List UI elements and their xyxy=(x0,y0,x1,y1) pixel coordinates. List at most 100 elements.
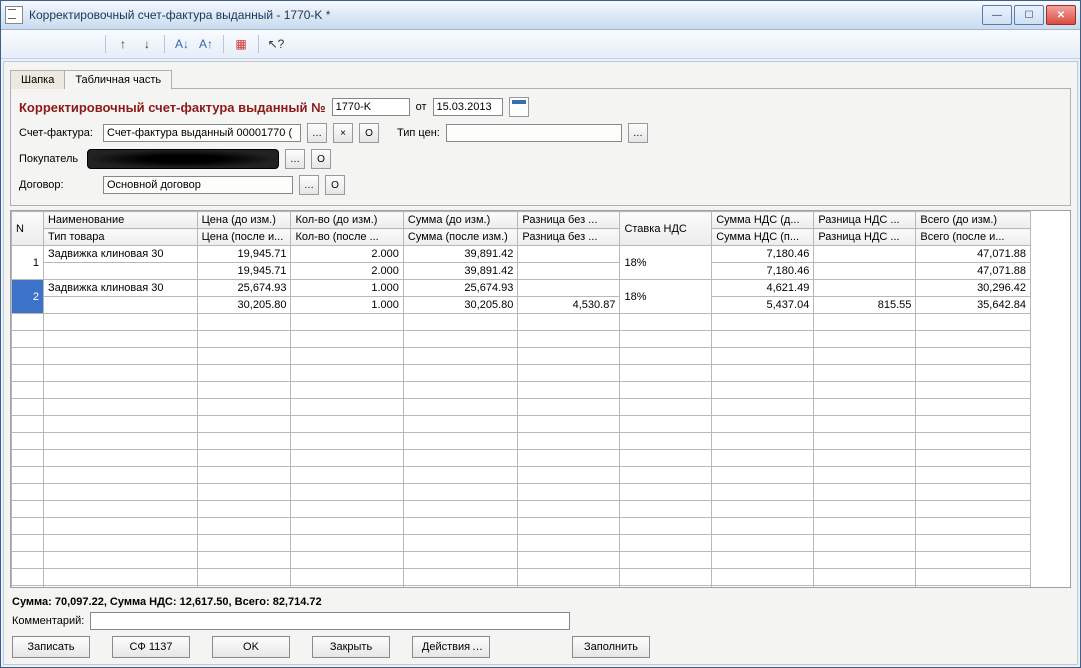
invoice-label: Счет-фактура: xyxy=(19,127,97,139)
invoice-select-button[interactable]: … xyxy=(307,123,327,143)
table-row[interactable]: 19,945.712.00039,891.427,180.4647,071.88 xyxy=(12,263,1031,280)
invoice-open-button[interactable]: О xyxy=(359,123,379,143)
data-grid[interactable]: N Наименование Цена (до изм.) Кол-во (до… xyxy=(10,210,1071,588)
calendar-icon[interactable] xyxy=(509,97,529,117)
pointer-help-icon[interactable]: ↖? xyxy=(267,35,285,53)
table-row[interactable] xyxy=(12,365,1031,382)
sf1137-button[interactable]: СФ 1137 xyxy=(112,636,190,658)
table-row[interactable] xyxy=(12,569,1031,586)
table-row[interactable] xyxy=(12,416,1031,433)
toolbar-grid2-icon[interactable] xyxy=(31,35,49,53)
table-row[interactable] xyxy=(12,348,1031,365)
table-row[interactable] xyxy=(12,314,1031,331)
col-total-after[interactable]: Всего (после и... xyxy=(916,229,1031,246)
col-vatdiff-after[interactable]: Разница НДС ... xyxy=(814,229,916,246)
toolbar-grid-red-icon[interactable] xyxy=(55,35,73,53)
maximize-button[interactable]: ☐ xyxy=(1014,5,1044,25)
actions-button[interactable]: Действия xyxy=(412,636,490,658)
table-row[interactable] xyxy=(12,501,1031,518)
table-row[interactable] xyxy=(12,484,1031,501)
col-sum-after[interactable]: Сумма (после изм.) xyxy=(403,229,517,246)
col-qty-before[interactable]: Кол-во (до изм.) xyxy=(291,212,403,229)
doc-title: Корректировочный счет-фактура выданный № xyxy=(19,100,326,115)
ok-button[interactable]: OK xyxy=(212,636,290,658)
comment-input[interactable] xyxy=(90,612,570,630)
table-row[interactable] xyxy=(12,467,1031,484)
buyer-redacted xyxy=(87,149,279,169)
col-price-before[interactable]: Цена (до изм.) xyxy=(197,212,291,229)
arrow-down-icon[interactable]: ↓ xyxy=(138,35,156,53)
sort-asc-icon[interactable]: A↓ xyxy=(173,35,191,53)
header-row-2: Тип товара Цена (после и... Кол-во (посл… xyxy=(12,229,1031,246)
write-button[interactable]: Записать xyxy=(12,636,90,658)
contract-input[interactable] xyxy=(103,176,293,194)
col-vatsum-before[interactable]: Сумма НДС (д... xyxy=(712,212,814,229)
buyer-label: Покупатель xyxy=(19,153,81,165)
table-row[interactable] xyxy=(12,535,1031,552)
minimize-button[interactable]: — xyxy=(982,5,1012,25)
invoice-clear-button[interactable]: × xyxy=(333,123,353,143)
col-vatdiff-before[interactable]: Разница НДС ... xyxy=(814,212,916,229)
properties-icon[interactable]: ▦ xyxy=(232,35,250,53)
buyer-open-button[interactable]: О xyxy=(311,149,331,169)
doc-date-input[interactable] xyxy=(433,98,503,116)
tabstrip: Шапка Табличная часть xyxy=(10,66,1071,88)
pricetype-select-button[interactable]: … xyxy=(628,123,648,143)
contract-select-button[interactable]: … xyxy=(299,175,319,195)
table-row[interactable] xyxy=(12,586,1031,589)
table-row[interactable]: 2Задвижка клиновая 3025,674.931.00025,67… xyxy=(12,280,1031,297)
table-row[interactable]: 1Задвижка клиновая 3019,945.712.00039,89… xyxy=(12,246,1031,263)
table-row[interactable] xyxy=(12,382,1031,399)
items-table: N Наименование Цена (до изм.) Кол-во (до… xyxy=(11,211,1031,588)
fill-button[interactable]: Заполнить xyxy=(572,636,650,658)
col-total-before[interactable]: Всего (до изм.) xyxy=(916,212,1031,229)
toolbar-grid-icon[interactable] xyxy=(7,35,25,53)
pricetype-input[interactable] xyxy=(446,124,622,142)
col-diff-before[interactable]: Разница без ... xyxy=(518,212,620,229)
tab-page: Корректировочный счет-фактура выданный №… xyxy=(10,88,1071,206)
totals-line: Сумма: 70,097.22, Сумма НДС: 12,617.50, … xyxy=(12,596,1069,608)
toolbar-grid4-icon[interactable] xyxy=(79,35,97,53)
contract-row: Договор: … О xyxy=(19,175,1062,195)
tab-table[interactable]: Табличная часть xyxy=(64,70,172,89)
toolbar-separator xyxy=(223,35,224,53)
buyer-select-button[interactable]: … xyxy=(285,149,305,169)
client-area: Шапка Табличная часть Корректировочный с… xyxy=(3,61,1078,665)
buyer-row: Покупатель … О xyxy=(19,149,1062,169)
table-row[interactable] xyxy=(12,399,1031,416)
col-price-after[interactable]: Цена (после и... xyxy=(197,229,291,246)
close-button[interactable]: ✕ xyxy=(1046,5,1076,25)
arrow-up-icon[interactable]: ↑ xyxy=(114,35,132,53)
doc-number-input[interactable] xyxy=(332,98,410,116)
col-vatsum-after[interactable]: Сумма НДС (п... xyxy=(712,229,814,246)
col-type[interactable]: Тип товара xyxy=(43,229,197,246)
tab-header[interactable]: Шапка xyxy=(10,70,65,89)
table-row[interactable] xyxy=(12,331,1031,348)
sort-desc-icon[interactable]: A↑ xyxy=(197,35,215,53)
col-sum-before[interactable]: Сумма (до изм.) xyxy=(403,212,517,229)
table-row[interactable] xyxy=(12,518,1031,535)
footer: Сумма: 70,097.22, Сумма НДС: 12,617.50, … xyxy=(10,588,1071,660)
col-n[interactable]: N xyxy=(12,212,44,246)
col-qty-after[interactable]: Кол-во (после ... xyxy=(291,229,403,246)
col-diff-after[interactable]: Разница без ... xyxy=(518,229,620,246)
titlebar[interactable]: Корректировочный счет-фактура выданный -… xyxy=(1,1,1080,30)
toolbar-separator xyxy=(258,35,259,53)
toolbar-separator xyxy=(164,35,165,53)
col-vat[interactable]: Ставка НДС xyxy=(620,212,712,246)
window-title: Корректировочный счет-фактура выданный -… xyxy=(29,8,982,22)
button-bar: Записать СФ 1137 OK Закрыть Действия Зап… xyxy=(12,636,1069,658)
from-label: от xyxy=(416,101,427,113)
table-row[interactable] xyxy=(12,450,1031,467)
table-row[interactable] xyxy=(12,552,1031,569)
table-row[interactable] xyxy=(12,433,1031,450)
document-icon xyxy=(5,6,23,24)
close-doc-button[interactable]: Закрыть xyxy=(312,636,390,658)
invoice-input[interactable] xyxy=(103,124,301,142)
contract-open-button[interactable]: О xyxy=(325,175,345,195)
doc-title-row: Корректировочный счет-фактура выданный №… xyxy=(19,97,1062,117)
comment-label: Комментарий: xyxy=(12,615,84,627)
window-controls: — ☐ ✕ xyxy=(982,5,1076,25)
table-row[interactable]: 30,205.801.00030,205.804,530.875,437.048… xyxy=(12,297,1031,314)
col-name[interactable]: Наименование xyxy=(43,212,197,229)
